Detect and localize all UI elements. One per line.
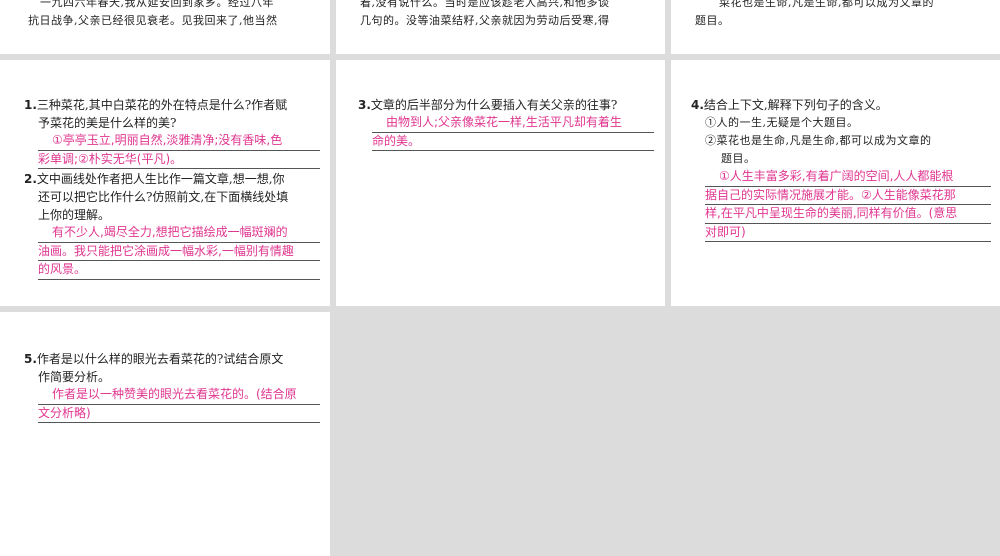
answer-line[interactable]: 文分析略) — [38, 405, 320, 423]
question-text: 予菜花的美是什么样的美? — [38, 116, 177, 130]
answer-line[interactable]: 的风景。 — [38, 261, 320, 280]
answer-line[interactable]: 据自己的实际情况施展才能。②人生能像菜花那 — [705, 187, 991, 205]
question-text: 还可以把它比作什么?仿照前文,在下面横线处填 — [38, 190, 289, 204]
answer-line[interactable]: 由物到人;父亲像菜花一样,生活平凡却有着生 — [372, 114, 654, 133]
question-number: 3. — [358, 98, 371, 112]
answer-line[interactable]: 对即可) — [705, 224, 991, 242]
question-3: 3.文章的后半部分为什么要插入有关父亲的往事? 由物到人;父亲像菜花一样,生活平… — [358, 96, 654, 151]
question-text: 作者是以什么样的眼光去看菜花的?试结合原文 — [36, 352, 284, 366]
passage-card-right: 菜花也是生命,凡是生命,都可以成为文章的 题目。 — [671, 0, 1000, 54]
question-text: 上你的理解。 — [38, 208, 111, 222]
passage-line: 题目。 — [695, 14, 730, 27]
question-1: 1.三种菜花,其中白菜花的外在特点是什么?作者赋 予菜花的美是什么样的美? ①亭… — [24, 96, 320, 169]
question-card-5: 5.作者是以什么样的眼光去看菜花的?试结合原文 作简要分析。 作者是以一种赞美的… — [0, 312, 330, 556]
answer-line[interactable]: 作者是以一种赞美的眼光去看菜花的。(结合原 — [38, 386, 320, 405]
passage-card-left: 一九四六年春天,我从延安回到家乡。经过八年 抗日战争,父亲已经很见衰老。见我回来… — [0, 0, 330, 54]
answer-line[interactable]: ①人生丰富多彩,有着广阔的空间,人人都能根 — [705, 168, 991, 187]
question-text: 文章的后半部分为什么要插入有关父亲的往事? — [370, 98, 618, 112]
question-text: 文中画线处作者把人生比作一篇文章,想一想,你 — [36, 172, 285, 186]
question-2: 2.文中画线处作者把人生比作一篇文章,想一想,你 还可以把它比作什么?仿照前文,… — [24, 170, 320, 280]
answer-line[interactable]: 油画。我只能把它涂画成一幅水彩,一幅别有情趣 — [38, 243, 320, 261]
answer-line[interactable]: ①亭亭玉立,明丽自然,淡雅清净;没有香味,色 — [38, 132, 320, 151]
passage-line: 着,没有说什么。当时是应该趁老人高兴,和他多谈 — [360, 0, 610, 9]
question-5: 5.作者是以什么样的眼光去看菜花的?试结合原文 作简要分析。 作者是以一种赞美的… — [24, 350, 320, 423]
question-text: 结合上下文,解释下列句子的含义。 — [703, 98, 888, 112]
question-card-4: 4.结合上下文,解释下列句子的含义。 ①人的一生,无疑是个大题目。 ②菜花也是生… — [671, 60, 1000, 306]
answer-line[interactable]: 样,在平凡中呈现生命的美丽,同样有价值。(意思 — [705, 205, 991, 224]
question-number: 5. — [24, 352, 37, 366]
question-text: 作简要分析。 — [38, 370, 111, 384]
sub-question: 题目。 — [721, 152, 756, 165]
question-text: 三种菜花,其中白菜花的外在特点是什么?作者赋 — [36, 98, 288, 112]
passage-line: 一九四六年春天,我从延安回到家乡。经过八年 — [40, 0, 274, 9]
question-number: 2. — [24, 172, 37, 186]
answer-line[interactable]: 彩单调;②朴实无华(平凡)。 — [38, 151, 320, 169]
passage-line: 几句的。没等油菜结籽,父亲就因为劳动后受寒,得 — [360, 14, 610, 27]
question-4: 4.结合上下文,解释下列句子的含义。 ①人的一生,无疑是个大题目。 ②菜花也是生… — [691, 96, 991, 242]
passage-card-middle: 着,没有说什么。当时是应该趁老人高兴,和他多谈 几句的。没等油菜结籽,父亲就因为… — [336, 0, 665, 54]
answer-line[interactable]: 有不少人,竭尽全力,想把它描绘成一幅斑斓的 — [38, 224, 320, 243]
question-card-1-2: 1.三种菜花,其中白菜花的外在特点是什么?作者赋 予菜花的美是什么样的美? ①亭… — [0, 60, 330, 306]
question-number: 1. — [24, 98, 37, 112]
passage-line: 抗日战争,父亲已经很见衰老。见我回来了,他当然 — [28, 14, 278, 27]
passage-line: 菜花也是生命,凡是生命,都可以成为文章的 — [719, 0, 934, 9]
sub-question: ①人的一生,无疑是个大题目。 — [705, 116, 859, 129]
sub-question: ②菜花也是生命,凡是生命,都可以成为文章的 — [705, 134, 932, 147]
answer-line[interactable]: 命的美。 — [372, 133, 654, 151]
question-number: 4. — [691, 98, 704, 112]
question-card-3: 3.文章的后半部分为什么要插入有关父亲的往事? 由物到人;父亲像菜花一样,生活平… — [336, 60, 665, 306]
